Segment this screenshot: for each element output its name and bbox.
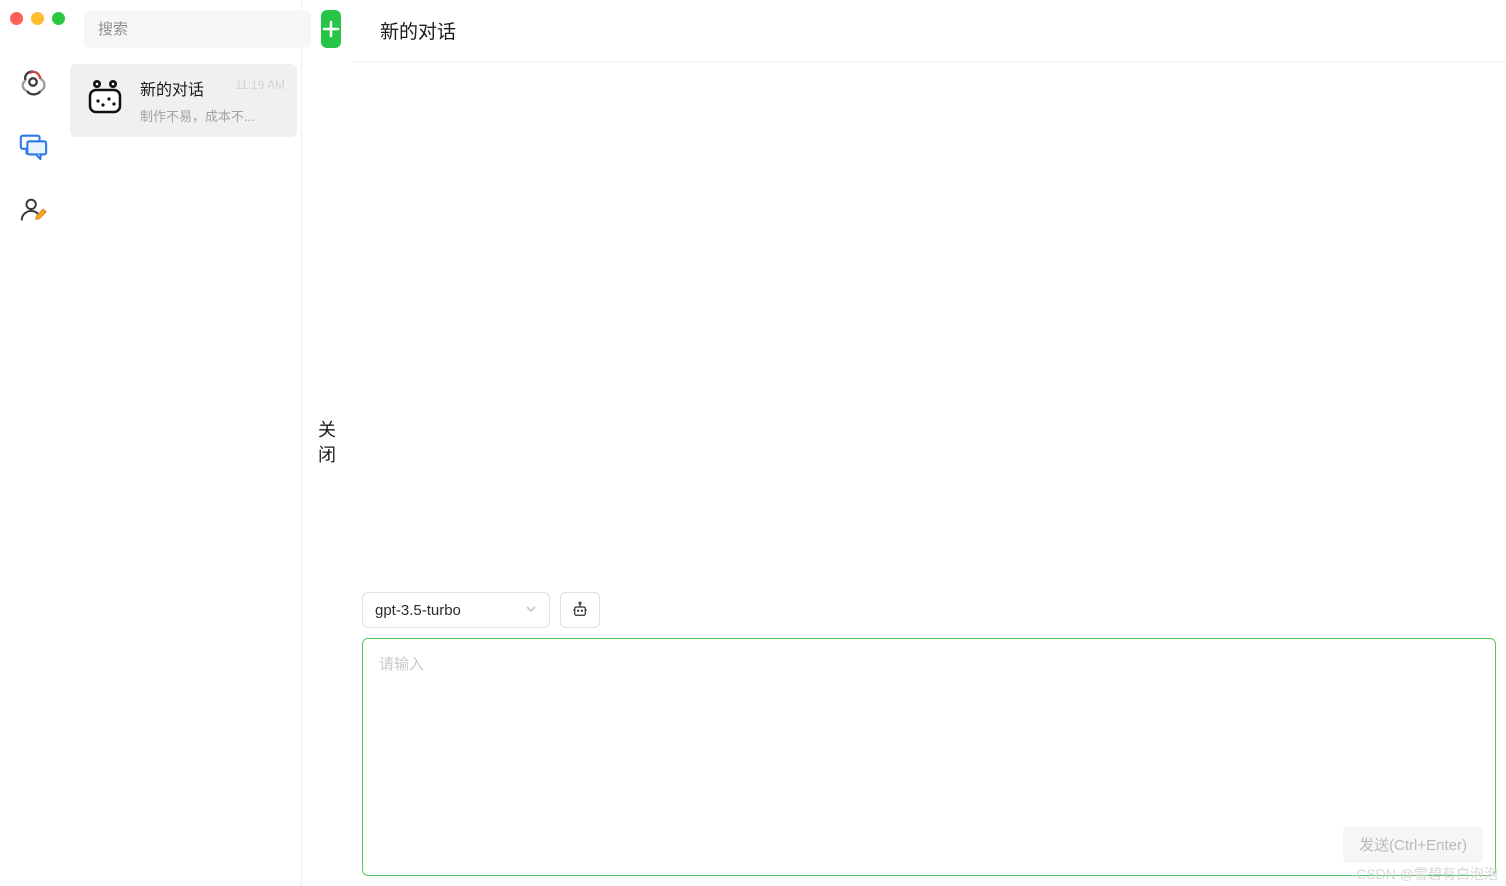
chevron-down-icon [525, 602, 537, 619]
message-input-container: 发送(Ctrl+Enter) [362, 638, 1496, 876]
user-edit-icon [18, 195, 48, 225]
nav-rail [0, 0, 66, 886]
conversation-time: 11:19 AM [235, 78, 285, 92]
message-input[interactable] [363, 639, 1495, 875]
logo-icon [18, 67, 48, 97]
close-window-icon[interactable] [10, 12, 23, 25]
robot-icon [85, 77, 125, 117]
message-area [352, 62, 1506, 592]
chat-header: 新的对话 [352, 0, 1506, 62]
conversation-item[interactable]: 新的对话 制作不易，成本不... 11:19 AM [70, 64, 297, 137]
collapse-sidebar-button[interactable]: 关闭 [302, 0, 352, 886]
model-select-value: gpt-3.5-turbo [375, 602, 461, 619]
rail-logo[interactable] [13, 62, 53, 102]
chat-title: 新的对话 [380, 17, 456, 44]
conversation-preview: 制作不易，成本不... [140, 106, 285, 125]
collapse-label: 关闭 [318, 418, 336, 468]
send-button[interactable]: 发送(Ctrl+Enter) [1343, 826, 1483, 863]
main-pane: 新的对话 gpt-3.5-turbo [352, 0, 1506, 886]
minimize-window-icon[interactable] [31, 12, 44, 25]
robot-tool-button[interactable] [560, 592, 600, 628]
model-select[interactable]: gpt-3.5-turbo [362, 592, 550, 628]
rail-user[interactable] [13, 190, 53, 230]
window-traffic-lights[interactable] [10, 12, 65, 25]
avatar [84, 76, 126, 118]
rail-chat[interactable] [13, 126, 53, 166]
search-input[interactable] [84, 10, 311, 48]
conversation-sidebar: 新的对话 制作不易，成本不... 11:19 AM [66, 0, 302, 886]
chat-icon [18, 131, 48, 161]
robot-small-icon [571, 601, 589, 619]
maximize-window-icon[interactable] [52, 12, 65, 25]
